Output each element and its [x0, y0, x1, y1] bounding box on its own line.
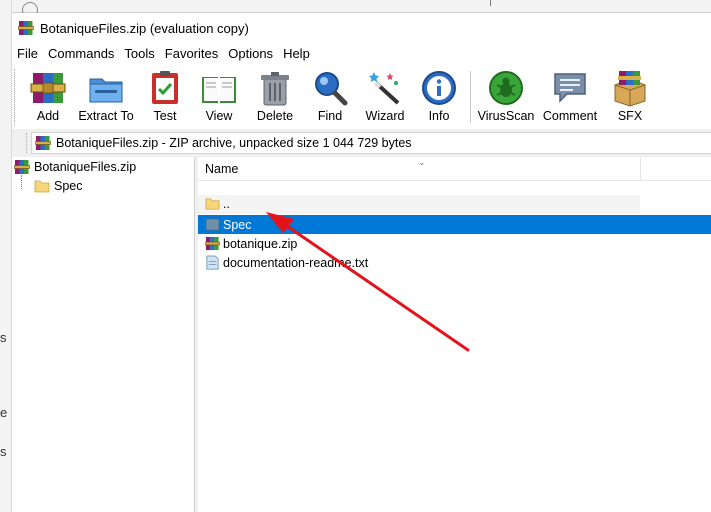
comment-button[interactable]: Comment: [541, 69, 599, 125]
address-text: BotaniqueFiles.zip - ZIP archive, unpack…: [56, 136, 412, 150]
address-bar-grip[interactable]: [26, 133, 28, 153]
tree-item-root-label: BotaniqueFiles.zip: [34, 160, 137, 174]
menu-bar: File Commands Tools Favorites Options He…: [12, 43, 711, 65]
text-file-icon: [206, 255, 219, 270]
background-window-strip: s e s: [0, 0, 12, 512]
comment-icon: [554, 73, 586, 103]
file-row-botanique-zip[interactable]: botanique.zip: [202, 234, 711, 253]
title-bar[interactable]: BotaniqueFiles.zip (evaluation copy): [12, 13, 711, 43]
wizard-button[interactable]: Wizard: [362, 69, 408, 125]
file-name: documentation-readme.txt: [223, 255, 369, 270]
view-book-icon: [202, 77, 236, 103]
test-button[interactable]: Test: [145, 69, 185, 125]
winrar-icon: [18, 21, 34, 35]
magnifier-icon: [315, 72, 348, 106]
folder-icon: [34, 180, 50, 193]
winrar-window: BotaniqueFiles.zip (evaluation copy) Fil…: [12, 13, 711, 512]
winrar-icon: [14, 160, 30, 174]
sfx-box-icon: [614, 71, 646, 107]
find-label: Find: [317, 109, 343, 123]
menu-help[interactable]: Help: [278, 43, 315, 65]
file-row-readme[interactable]: documentation-readme.txt: [202, 253, 711, 272]
virus-scan-icon: [489, 71, 523, 105]
file-name: botanique.zip: [223, 236, 298, 251]
find-button[interactable]: Find: [310, 69, 350, 125]
sfx-button[interactable]: SFX: [610, 69, 650, 125]
delete-button[interactable]: Delete: [255, 69, 295, 125]
info-icon: [422, 71, 456, 105]
tree-item-spec[interactable]: Spec: [34, 177, 83, 195]
toolbar: Add Extract To Test View Delete Find Wiz…: [12, 65, 711, 129]
info-button[interactable]: Info: [420, 69, 458, 125]
winrar-icon: [35, 136, 51, 150]
toolbar-separator: [470, 71, 471, 123]
toolbar-grip[interactable]: [14, 69, 17, 125]
column-header: Name ⌄: [198, 157, 711, 181]
menu-favorites[interactable]: Favorites: [160, 43, 223, 65]
address-field[interactable]: BotaniqueFiles.zip - ZIP archive, unpack…: [31, 132, 711, 154]
menu-tools[interactable]: Tools: [119, 43, 159, 65]
extract-to-button[interactable]: Extract To: [78, 69, 134, 125]
test-label: Test: [153, 109, 177, 123]
view-button[interactable]: View: [198, 69, 240, 125]
sfx-label: SFX: [617, 109, 643, 123]
background-char: e: [0, 405, 8, 420]
tree-item-spec-label: Spec: [54, 179, 83, 193]
tree-connector: [21, 175, 22, 189]
extract-to-label: Extract To: [78, 109, 134, 123]
background-char: s: [0, 330, 7, 345]
add-archive-icon: [30, 73, 66, 103]
virusscan-button[interactable]: VirusScan: [478, 69, 534, 125]
file-name: ..: [223, 196, 230, 211]
menu-commands[interactable]: Commands: [43, 43, 119, 65]
delete-label: Delete: [256, 109, 294, 123]
menu-file[interactable]: File: [12, 43, 43, 65]
file-list: Name ⌄ .. Spec botanique.zip documentati…: [198, 157, 711, 512]
comment-label: Comment: [542, 109, 598, 123]
address-bar: BotaniqueFiles.zip - ZIP archive, unpack…: [12, 129, 711, 157]
add-label: Add: [36, 109, 60, 123]
test-clipboard-icon: [152, 71, 178, 104]
background-window-edge: [0, 0, 711, 18]
folder-tree: BotaniqueFiles.zip Spec: [12, 157, 195, 512]
wizard-label: Wizard: [365, 109, 405, 123]
sort-chevron-icon: ⌄: [418, 157, 426, 167]
info-label: Info: [428, 109, 450, 123]
add-button[interactable]: Add: [28, 69, 68, 125]
file-row-spec[interactable]: Spec: [202, 215, 711, 234]
virusscan-label: VirusScan: [477, 109, 535, 123]
file-name: Spec: [223, 217, 252, 232]
folder-icon: [205, 218, 220, 231]
zip-archive-icon: [205, 236, 220, 251]
view-label: View: [205, 109, 233, 123]
file-row-parent[interactable]: ..: [202, 194, 711, 213]
background-tick: [490, 0, 491, 6]
background-char: s: [0, 444, 7, 459]
menu-options[interactable]: Options: [223, 43, 278, 65]
column-name-header[interactable]: Name: [205, 162, 238, 176]
extract-to-icon: [89, 78, 123, 103]
wizard-wand-icon: [369, 72, 400, 105]
folder-up-icon: [205, 198, 220, 210]
trash-icon: [261, 72, 289, 106]
window-title: BotaniqueFiles.zip (evaluation copy): [40, 20, 249, 36]
tree-item-root[interactable]: BotaniqueFiles.zip: [14, 158, 136, 176]
column-divider[interactable]: [640, 157, 641, 181]
